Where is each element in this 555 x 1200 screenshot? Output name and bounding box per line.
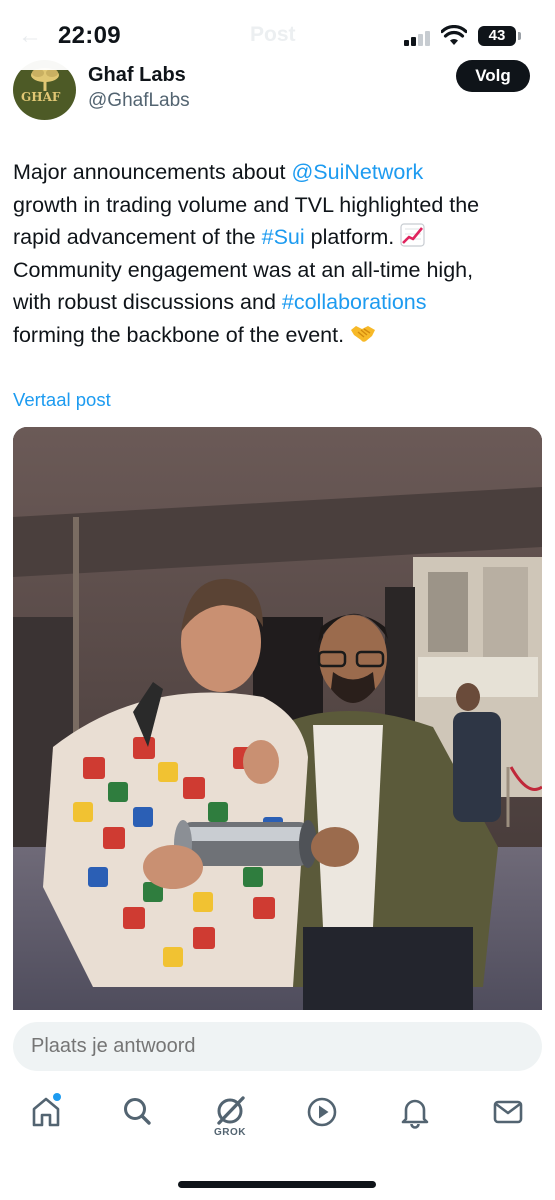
nav-messages[interactable]	[486, 1090, 530, 1140]
post-photo[interactable]	[13, 427, 542, 1027]
grok-icon	[217, 1096, 245, 1125]
post-text: Major announcements about @SuiNetwork gr…	[13, 156, 548, 351]
nav-media[interactable]	[300, 1090, 344, 1140]
author-name[interactable]: Ghaf Labs	[88, 64, 186, 87]
post-line: with robust discussions and #collaborati…	[13, 290, 427, 314]
translate-post-link[interactable]: Vertaal post	[13, 389, 111, 411]
mail-icon	[493, 1100, 523, 1124]
wifi-icon	[441, 25, 467, 45]
reply-bar	[0, 1010, 555, 1200]
chart-increasing-emoji	[400, 223, 425, 247]
post-line: forming the backbone of the event.	[13, 319, 548, 352]
mention-link[interactable]: @SuiNetwork	[291, 160, 423, 184]
nav-search[interactable]	[115, 1090, 159, 1140]
search-icon	[124, 1098, 151, 1125]
post-line: rapid advancement of the #Sui platform.	[13, 221, 548, 254]
bell-icon	[401, 1099, 429, 1129]
author-handle[interactable]: @GhafLabs	[88, 90, 190, 112]
post-line: Major announcements about @SuiNetwork	[13, 160, 424, 184]
nav-notifications[interactable]	[393, 1090, 437, 1140]
reply-input[interactable]	[13, 1022, 542, 1071]
nav-home[interactable]	[24, 1090, 68, 1140]
status-time: 22:09	[58, 22, 121, 49]
event-photo-illustration	[13, 427, 542, 1027]
hashtag-link[interactable]: #collaborations	[282, 290, 427, 314]
home-unread-dot	[53, 1093, 61, 1101]
post-line: growth in trading volume and TVL highlig…	[13, 192, 480, 217]
battery-cap	[518, 32, 521, 40]
header-title: Post	[250, 23, 296, 46]
cellular-signal-icon	[404, 30, 434, 46]
handshake-emoji	[351, 325, 376, 342]
follow-button[interactable]: Volg	[456, 60, 530, 92]
avatar-logo-text: GHAF	[21, 90, 61, 104]
hashtag-link[interactable]: #Sui	[262, 225, 305, 249]
nav-grok[interactable]: GROK	[208, 1090, 252, 1140]
back-arrow-icon[interactable]: ←	[18, 22, 42, 50]
play-video-icon	[307, 1097, 337, 1127]
grok-label: GROK	[214, 1127, 246, 1138]
battery-icon: 43	[478, 26, 516, 46]
post-line: Community engagement was at an all-time …	[13, 257, 474, 282]
home-indicator	[178, 1181, 376, 1188]
